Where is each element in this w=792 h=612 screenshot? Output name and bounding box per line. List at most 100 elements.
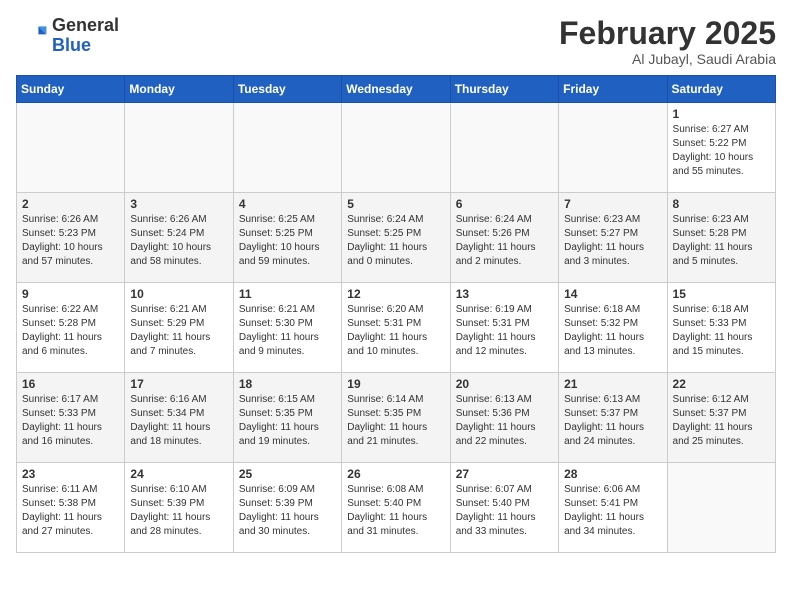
day-info: Sunrise: 6:24 AM Sunset: 5:26 PM Dayligh… [456, 213, 553, 269]
day-info: Sunrise: 6:23 AM Sunset: 5:27 PM Dayligh… [564, 213, 661, 269]
day-number: 4 [239, 197, 336, 211]
day-info: Sunrise: 6:26 AM Sunset: 5:24 PM Dayligh… [130, 213, 227, 269]
calendar-cell [450, 103, 558, 193]
calendar-cell [125, 103, 233, 193]
day-info: Sunrise: 6:07 AM Sunset: 5:40 PM Dayligh… [456, 483, 553, 539]
month-year: February 2025 [559, 16, 776, 51]
calendar-cell [17, 103, 125, 193]
calendar-cell: 7 Sunrise: 6:23 AM Sunset: 5:27 PM Daylig… [559, 193, 667, 283]
day-number: 27 [456, 467, 553, 481]
calendar-week-row: 16 Sunrise: 6:17 AM Sunset: 5:33 PM Dayli… [17, 373, 776, 463]
weekday-header-row: SundayMondayTuesdayWednesdayThursdayFrid… [17, 76, 776, 103]
day-number: 3 [130, 197, 227, 211]
calendar-cell: 12 Sunrise: 6:20 AM Sunset: 5:31 PM Dayli… [342, 283, 450, 373]
day-number: 11 [239, 287, 336, 301]
calendar-cell: 9 Sunrise: 6:22 AM Sunset: 5:28 PM Daylig… [17, 283, 125, 373]
calendar-cell: 23Sunrise: 6:11 AM Sunset: 5:38 PM Dayli… [17, 463, 125, 553]
calendar-cell: 10 Sunrise: 6:21 AM Sunset: 5:29 PM Dayli… [125, 283, 233, 373]
day-info: Sunrise: 6:12 AM Sunset: 5:37 PM Dayligh… [673, 393, 770, 449]
calendar-cell: 2 Sunrise: 6:26 AM Sunset: 5:23 PM Daylig… [17, 193, 125, 283]
day-number: 9 [22, 287, 119, 301]
calendar-cell: 25 Sunrise: 6:09 AM Sunset: 5:39 PM Dayli… [233, 463, 341, 553]
page-header: General Blue February 2025 Al Jubayl, Sa… [16, 16, 776, 67]
day-number: 2 [22, 197, 119, 211]
calendar-cell: 19 Sunrise: 6:14 AM Sunset: 5:35 PM Dayli… [342, 373, 450, 463]
title-block: February 2025 Al Jubayl, Saudi Arabia [559, 16, 776, 67]
day-number: 23 [22, 467, 119, 481]
calendar-week-row: 1 Sunrise: 6:27 AM Sunset: 5:22 PM Daylig… [17, 103, 776, 193]
logo-blue-text: Blue [52, 35, 91, 55]
day-number: 26 [347, 467, 444, 481]
day-info: Sunrise: 6:22 AM Sunset: 5:28 PM Dayligh… [22, 303, 119, 359]
day-info: Sunrise: 6:10 AM Sunset: 5:39 PM Dayligh… [130, 483, 227, 539]
calendar-cell: 8 Sunrise: 6:23 AM Sunset: 5:28 PM Daylig… [667, 193, 775, 283]
calendar-cell: 5 Sunrise: 6:24 AM Sunset: 5:25 PM Daylig… [342, 193, 450, 283]
day-info: Sunrise: 6:15 AM Sunset: 5:35 PM Dayligh… [239, 393, 336, 449]
calendar-cell: 11 Sunrise: 6:21 AM Sunset: 5:30 PM Dayli… [233, 283, 341, 373]
day-number: 19 [347, 377, 444, 391]
day-number: 5 [347, 197, 444, 211]
calendar-cell: 24 Sunrise: 6:10 AM Sunset: 5:39 PM Dayli… [125, 463, 233, 553]
calendar-week-row: 23Sunrise: 6:11 AM Sunset: 5:38 PM Dayli… [17, 463, 776, 553]
calendar-cell: 22 Sunrise: 6:12 AM Sunset: 5:37 PM Dayli… [667, 373, 775, 463]
day-info: Sunrise: 6:19 AM Sunset: 5:31 PM Dayligh… [456, 303, 553, 359]
day-info: Sunrise: 6:20 AM Sunset: 5:31 PM Dayligh… [347, 303, 444, 359]
logo-general-text: General [52, 15, 119, 35]
day-info: Sunrise: 6:18 AM Sunset: 5:32 PM Dayligh… [564, 303, 661, 359]
calendar-cell: 14 Sunrise: 6:18 AM Sunset: 5:32 PM Dayli… [559, 283, 667, 373]
weekday-header-saturday: Saturday [667, 76, 775, 103]
day-info: Sunrise: 6:21 AM Sunset: 5:29 PM Dayligh… [130, 303, 227, 359]
calendar-week-row: 2 Sunrise: 6:26 AM Sunset: 5:23 PM Daylig… [17, 193, 776, 283]
day-info: Sunrise: 6:13 AM Sunset: 5:37 PM Dayligh… [564, 393, 661, 449]
weekday-header-wednesday: Wednesday [342, 76, 450, 103]
calendar-cell: 6Sunrise: 6:24 AM Sunset: 5:26 PM Daylig… [450, 193, 558, 283]
day-info: Sunrise: 6:08 AM Sunset: 5:40 PM Dayligh… [347, 483, 444, 539]
day-info: Sunrise: 6:21 AM Sunset: 5:30 PM Dayligh… [239, 303, 336, 359]
calendar-cell [342, 103, 450, 193]
calendar-cell: 20 Sunrise: 6:13 AM Sunset: 5:36 PM Dayli… [450, 373, 558, 463]
calendar-cell: 28Sunrise: 6:06 AM Sunset: 5:41 PM Dayli… [559, 463, 667, 553]
day-info: Sunrise: 6:23 AM Sunset: 5:28 PM Dayligh… [673, 213, 770, 269]
weekday-header-thursday: Thursday [450, 76, 558, 103]
day-info: Sunrise: 6:24 AM Sunset: 5:25 PM Dayligh… [347, 213, 444, 269]
calendar-cell: 18 Sunrise: 6:15 AM Sunset: 5:35 PM Dayli… [233, 373, 341, 463]
weekday-header-tuesday: Tuesday [233, 76, 341, 103]
logo-icon [16, 20, 48, 52]
calendar-cell: 3 Sunrise: 6:26 AM Sunset: 5:24 PM Daylig… [125, 193, 233, 283]
calendar-cell: 21 Sunrise: 6:13 AM Sunset: 5:37 PM Dayli… [559, 373, 667, 463]
calendar-cell: 1 Sunrise: 6:27 AM Sunset: 5:22 PM Daylig… [667, 103, 775, 193]
day-info: Sunrise: 6:25 AM Sunset: 5:25 PM Dayligh… [239, 213, 336, 269]
day-number: 16 [22, 377, 119, 391]
day-number: 17 [130, 377, 227, 391]
day-number: 20 [456, 377, 553, 391]
day-info: Sunrise: 6:09 AM Sunset: 5:39 PM Dayligh… [239, 483, 336, 539]
day-info: Sunrise: 6:17 AM Sunset: 5:33 PM Dayligh… [22, 393, 119, 449]
day-number: 7 [564, 197, 661, 211]
day-number: 12 [347, 287, 444, 301]
weekday-header-monday: Monday [125, 76, 233, 103]
day-number: 10 [130, 287, 227, 301]
day-info: Sunrise: 6:27 AM Sunset: 5:22 PM Dayligh… [673, 123, 770, 179]
weekday-header-sunday: Sunday [17, 76, 125, 103]
day-number: 13 [456, 287, 553, 301]
weekday-header-friday: Friday [559, 76, 667, 103]
day-info: Sunrise: 6:26 AM Sunset: 5:23 PM Dayligh… [22, 213, 119, 269]
day-number: 25 [239, 467, 336, 481]
day-number: 15 [673, 287, 770, 301]
calendar-cell: 26 Sunrise: 6:08 AM Sunset: 5:40 PM Dayli… [342, 463, 450, 553]
calendar-cell: 17 Sunrise: 6:16 AM Sunset: 5:34 PM Dayli… [125, 373, 233, 463]
day-number: 28 [564, 467, 661, 481]
calendar-cell: 16 Sunrise: 6:17 AM Sunset: 5:33 PM Dayli… [17, 373, 125, 463]
day-number: 14 [564, 287, 661, 301]
calendar-cell: 15 Sunrise: 6:18 AM Sunset: 5:33 PM Dayli… [667, 283, 775, 373]
day-number: 8 [673, 197, 770, 211]
day-info: Sunrise: 6:14 AM Sunset: 5:35 PM Dayligh… [347, 393, 444, 449]
day-number: 1 [673, 107, 770, 121]
day-number: 18 [239, 377, 336, 391]
day-info: Sunrise: 6:18 AM Sunset: 5:33 PM Dayligh… [673, 303, 770, 359]
day-number: 21 [564, 377, 661, 391]
day-number: 22 [673, 377, 770, 391]
day-number: 24 [130, 467, 227, 481]
day-info: Sunrise: 6:16 AM Sunset: 5:34 PM Dayligh… [130, 393, 227, 449]
day-info: Sunrise: 6:13 AM Sunset: 5:36 PM Dayligh… [456, 393, 553, 449]
